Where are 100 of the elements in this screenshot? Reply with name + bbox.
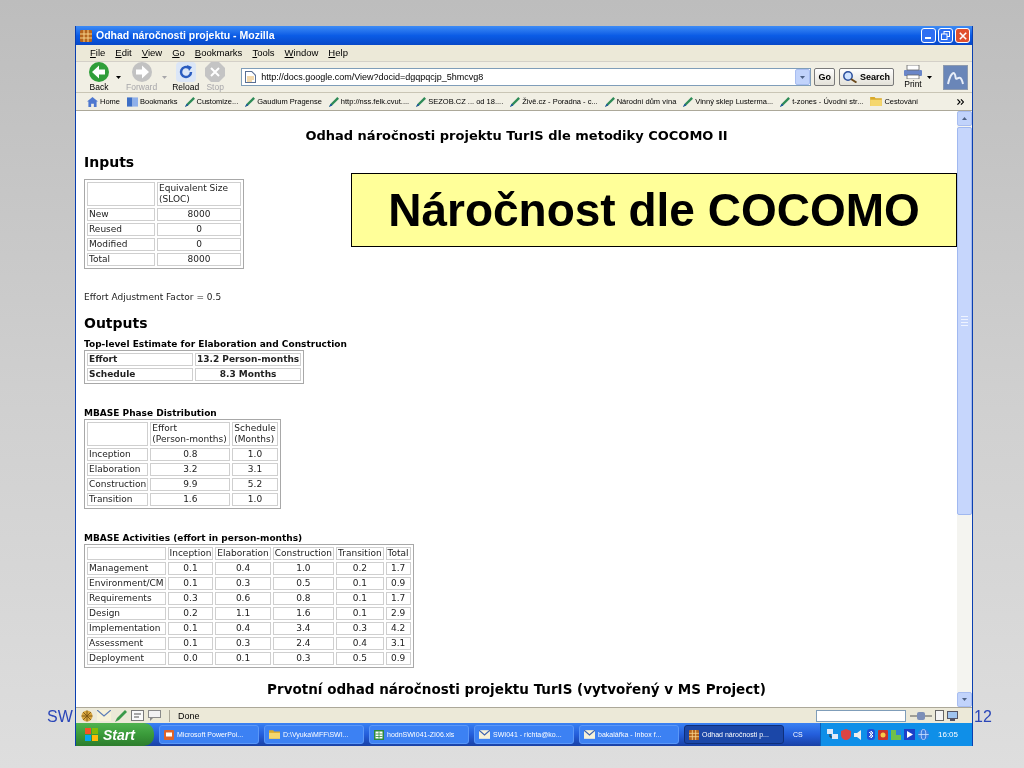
minimize-button[interactable]: [921, 28, 936, 43]
status-text: Done: [178, 709, 200, 722]
table-caption: Top-level Estimate for Elaboration and Construction: [84, 339, 347, 350]
table-cell: 0.5: [272, 577, 335, 590]
table-cell: 5.2: [232, 478, 278, 491]
row-header: Modified: [87, 238, 155, 251]
scrollbar-thumb[interactable]: [957, 127, 972, 515]
table-cell: 0.1: [167, 622, 214, 635]
pen-icon: [510, 96, 521, 107]
pen-icon: [780, 96, 791, 107]
column-header: Schedule (Months): [232, 422, 278, 446]
menu-item[interactable]: File: [85, 46, 111, 60]
table-cell: 0.6: [215, 592, 271, 605]
tiles-icon: [891, 729, 901, 740]
chat-icon: [148, 710, 161, 721]
print-button[interactable]: Print: [902, 62, 924, 92]
table-cell: 3.1: [232, 463, 278, 476]
printer-icon: [904, 65, 922, 79]
reload-button[interactable]: Reload: [170, 62, 202, 92]
scroll-down-button[interactable]: [957, 692, 972, 707]
column-header: Construction: [272, 547, 335, 560]
column-header: Transition: [336, 547, 384, 560]
envelope-icon: [479, 730, 490, 739]
grid-app-icon: [80, 29, 92, 42]
table-cell: 0.1: [215, 652, 271, 665]
table-cell: 1.6: [150, 493, 231, 506]
table-cell: 0.8: [150, 448, 231, 461]
table-cell: 0.9: [385, 652, 411, 665]
table-cell: 3.4: [272, 622, 335, 635]
pen-icon: [184, 96, 195, 107]
row-header: Reused: [87, 223, 155, 236]
callout-banner: Náročnost dle COCOMO: [351, 173, 957, 247]
close-icon: [958, 31, 967, 40]
table-caption: MBASE Activities (effort in person-months): [84, 533, 303, 544]
restore-button[interactable]: [938, 28, 953, 43]
row-header: Design: [87, 607, 166, 620]
pen-icon: [245, 96, 256, 107]
presentation-icon: [164, 729, 174, 740]
section-heading: Outputs: [84, 315, 148, 332]
table-cell: 0.3: [215, 577, 271, 590]
row-header: Assessment: [87, 637, 166, 650]
table-cell: 0.4: [336, 637, 384, 650]
empty-corner-cell: [87, 422, 149, 446]
row-header: Management: [87, 562, 166, 575]
pen-icon: [115, 709, 127, 722]
table-cell: 3.2: [150, 463, 231, 476]
menu-item[interactable]: Help: [323, 46, 353, 60]
plug-icon: [910, 711, 932, 720]
table-cell: 2.4: [272, 637, 335, 650]
bluetooth-icon: [867, 729, 875, 740]
menu-item[interactable]: Window: [279, 46, 324, 60]
menu-item[interactable]: Tools: [247, 46, 280, 60]
menu-item[interactable]: View: [136, 46, 168, 60]
spreadsheet-icon: [374, 729, 384, 740]
table-cell: 9.9: [150, 478, 231, 491]
search-icon: [842, 71, 857, 83]
grid-app-icon: [689, 729, 699, 740]
page-icon: [245, 71, 257, 83]
globe-icon: [918, 729, 929, 740]
play-icon: [904, 729, 915, 740]
go-button[interactable]: Go: [814, 68, 835, 86]
back-button[interactable]: Back: [85, 62, 113, 92]
double-chevron-icon: [957, 98, 964, 105]
caret-icon: [927, 75, 932, 79]
table-cell: 0.5: [336, 652, 384, 665]
table-cell: 0.2: [167, 607, 214, 620]
table-cell: 1.0: [232, 448, 278, 461]
table-cell: 0.4: [215, 622, 271, 635]
close-button[interactable]: [955, 28, 970, 43]
column-header: Equivalent Size (SLOC): [157, 182, 241, 206]
pen-icon: [328, 96, 339, 107]
folder-icon: [269, 730, 280, 739]
sun-tile-icon: [878, 729, 888, 740]
clock-text: 16:05: [938, 729, 959, 740]
row-header: Transition: [87, 493, 149, 506]
table-cell: 0.1: [167, 637, 214, 650]
menu-item[interactable]: Edit: [110, 46, 137, 60]
table-cell: 1.7: [385, 592, 411, 605]
row-header: New: [87, 208, 155, 221]
table-cell: 1.0: [232, 493, 278, 506]
row-header: Effort: [87, 353, 193, 366]
caret-icon: [962, 117, 967, 120]
menu-item[interactable]: Bookmarks: [189, 46, 248, 60]
page-number: 12: [974, 707, 992, 727]
table-cell: 0: [157, 238, 241, 251]
search-button[interactable]: Search: [838, 68, 894, 86]
table-cell: 0.1: [336, 607, 384, 620]
start-button[interactable]: Start: [76, 723, 154, 746]
folder-icon: [870, 97, 883, 106]
home-icon: [87, 96, 98, 107]
table-cell: 8.3 Months: [195, 368, 302, 381]
row-header: Schedule: [87, 368, 193, 381]
pen-icon: [604, 96, 615, 107]
address-field[interactable]: http://docs.google.com/View?docid=dgqpqcjp_5hmcvg8: [241, 68, 812, 86]
table-cell: 0.1: [336, 592, 384, 605]
row-header: Environment/CM: [87, 577, 166, 590]
table-cell: 0.1: [336, 577, 384, 590]
table-cell: 0.3: [272, 652, 335, 665]
menu-item[interactable]: Go: [167, 46, 190, 60]
table-cell: 0.1: [167, 562, 214, 575]
